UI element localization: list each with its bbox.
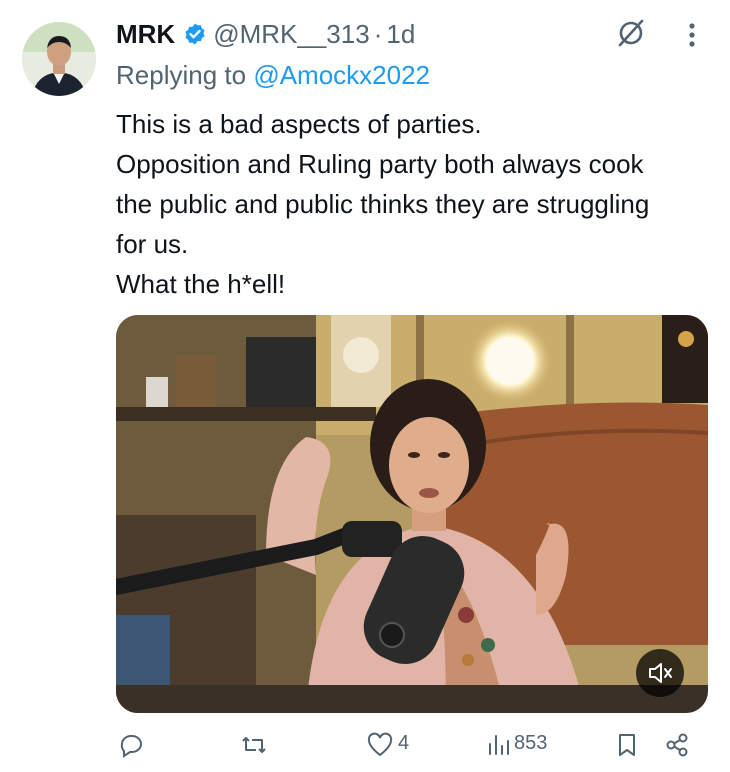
views-icon <box>489 735 509 755</box>
replying-to: Replying to @Amockx2022 <box>116 60 430 91</box>
share-button[interactable] <box>664 732 690 758</box>
tweet-timestamp[interactable]: 1d <box>386 19 415 50</box>
tweet-text-line: What the h*ell! <box>116 269 286 299</box>
tweet-text-line: the public and public thinks they are st… <box>116 189 650 219</box>
tweet-action-bar: 4 853 <box>116 732 696 772</box>
reply-mention-link[interactable]: @Amockx2022 <box>253 60 430 90</box>
like-button[interactable]: 4 <box>366 732 409 758</box>
like-count: 4 <box>398 732 410 754</box>
tweet-header: MRK @MRK__313 · 1d <box>116 16 415 52</box>
grok-icon[interactable] <box>616 18 646 48</box>
views-count: 853 <box>514 732 548 754</box>
reply-button[interactable] <box>118 732 148 758</box>
views-button[interactable]: 853 <box>486 732 547 758</box>
mute-toggle[interactable] <box>636 649 684 697</box>
bookmark-icon <box>619 734 635 756</box>
more-options-icon[interactable] <box>682 20 702 50</box>
heart-icon <box>367 732 393 757</box>
verified-badge-icon <box>183 22 207 46</box>
video-frame <box>116 315 708 713</box>
bookmark-button[interactable] <box>616 732 638 758</box>
speaker-muted-icon <box>649 663 672 683</box>
avatar-photo <box>22 22 96 96</box>
author-avatar[interactable] <box>22 22 96 96</box>
repost-button[interactable] <box>240 732 272 758</box>
reply-icon <box>120 735 142 758</box>
tweet-text: This is a bad aspects of parties. Opposi… <box>116 104 716 304</box>
header-separator: · <box>373 18 383 49</box>
tweet-text-line: This is a bad aspects of parties. <box>116 109 482 139</box>
share-icon <box>666 733 688 757</box>
replying-to-label: Replying to <box>116 60 254 90</box>
tweet-text-line: for us. <box>116 229 189 259</box>
author-name[interactable]: MRK <box>116 19 175 50</box>
repost-icon <box>242 737 266 753</box>
video-player[interactable] <box>116 315 708 713</box>
tweet-text-line: Opposition and Ruling party both always … <box>116 149 644 179</box>
author-handle[interactable]: @MRK__313 <box>213 19 369 50</box>
